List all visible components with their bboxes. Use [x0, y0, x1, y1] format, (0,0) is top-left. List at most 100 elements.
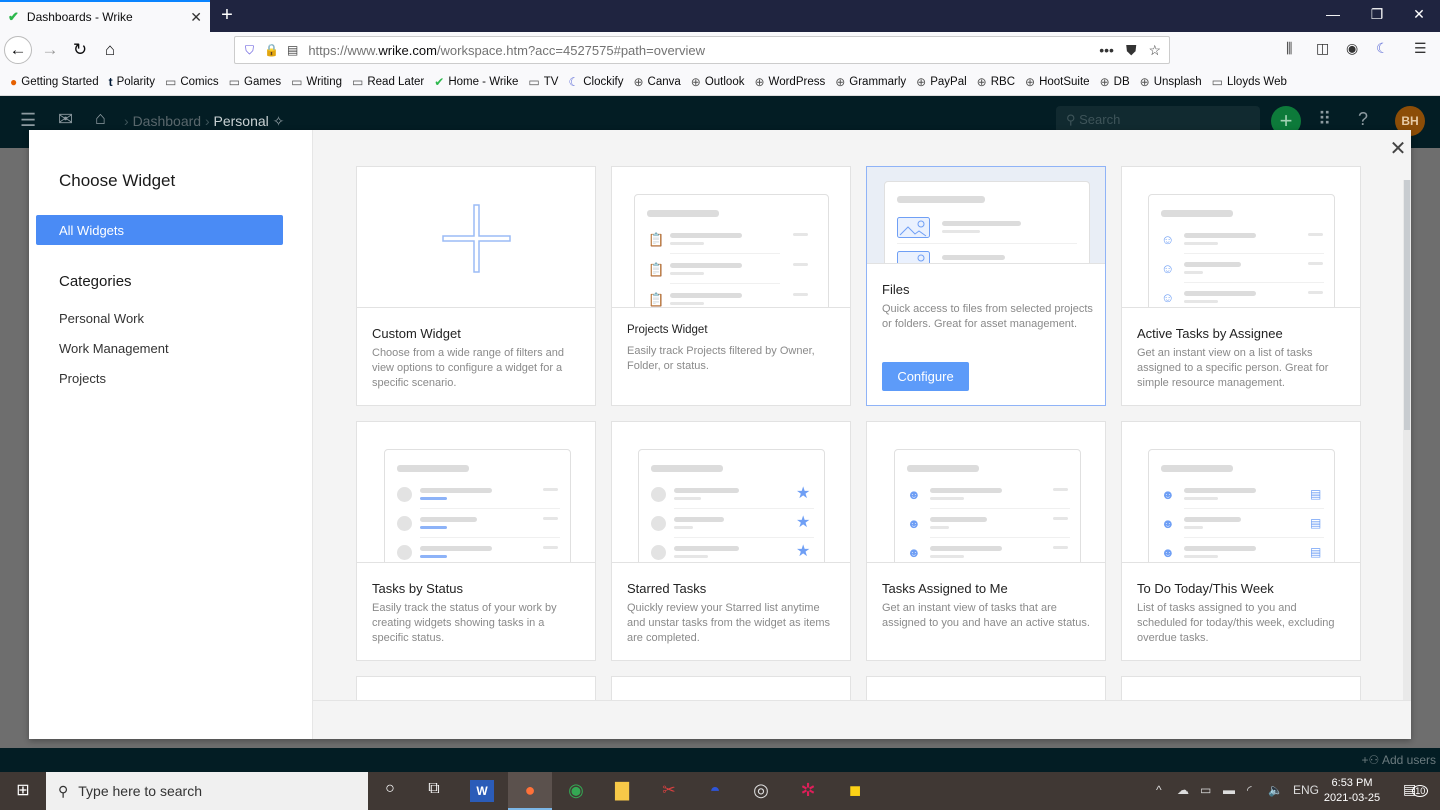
file-explorer-icon[interactable]: ▇ — [610, 780, 634, 802]
bookmark-folder[interactable]: ▭ TV — [528, 75, 558, 89]
audacity-cutter-icon[interactable]: ✂ — [657, 780, 681, 802]
sidebar-icon[interactable]: ◫ — [1316, 40, 1329, 57]
bookmark-item[interactable]: ⊕ PayPal — [916, 75, 967, 89]
page-actions-icon[interactable]: ••• — [1099, 42, 1114, 59]
folder-icon: ▭ — [1211, 74, 1223, 89]
forward-button[interactable]: → — [36, 36, 64, 64]
bookmark-item[interactable]: ⊕ Canva — [633, 75, 680, 89]
widget-card-to-do-today[interactable]: ☻ ▤ ☻ ▤ ☻ ▤ To Do Today/This Week List o… — [1121, 421, 1361, 661]
close-window-button[interactable]: ✕ — [1404, 6, 1434, 23]
widget-card-tasks-assigned-to-me[interactable]: ☻ ☻ ☻ Tasks Assigned to Me Get an instan… — [866, 421, 1106, 661]
word-icon[interactable]: W — [470, 780, 494, 802]
clipboard-icon: 📋 — [648, 262, 665, 277]
chrome-icon[interactable]: ◉ — [564, 780, 588, 802]
bookmark-item[interactable]: ⊕ Outlook — [691, 75, 745, 89]
scrollbar-thumb[interactable] — [1404, 180, 1410, 430]
category-work-management[interactable]: Work Management — [59, 341, 169, 356]
bookmark-item[interactable]: ⊕ Unsplash — [1140, 75, 1202, 89]
browser-tab[interactable]: ✔ Dashboards - Wrike ✕ — [0, 0, 210, 32]
shield-icon[interactable]: ⛉ — [245, 43, 254, 58]
taskbar-search-input[interactable]: ⚲ Type here to search — [46, 772, 368, 810]
bookmark-star-icon[interactable]: ☆ — [1148, 42, 1161, 59]
bookmark-item[interactable]: ⊕ DB — [1100, 75, 1130, 89]
headphones-app-icon[interactable]: ◓ — [703, 780, 727, 802]
wifi-icon[interactable]: ◜ — [1247, 783, 1252, 797]
breadcrumb-dashboard[interactable]: Dashboard — [133, 113, 202, 129]
globe-icon: ⊕ — [916, 74, 927, 89]
clipboard-icon: 📋 — [648, 292, 665, 307]
widget-title: Starred Tasks — [627, 581, 707, 596]
system-clock[interactable]: 6:53 PM 2021-03-25 — [1322, 776, 1382, 806]
permissions-icon[interactable]: ▤ — [287, 43, 298, 57]
bookmark-item[interactable]: t Polarity — [109, 75, 155, 89]
image-file-icon — [897, 217, 930, 238]
bookmark-folder[interactable]: ▭ Read Later — [352, 75, 424, 89]
account-icon[interactable]: ◉ — [1346, 40, 1358, 57]
bookmark-item[interactable]: ⊕ RBC — [977, 75, 1015, 89]
inbox-mail-icon[interactable]: ✉ — [58, 109, 73, 130]
widget-card-starred-tasks[interactable]: ★ ★ ★ Starred Tasks Quickly review your … — [611, 421, 851, 661]
firefox-icon[interactable]: ● — [518, 780, 542, 802]
breadcrumb-personal[interactable]: Personal — [214, 113, 269, 129]
menu-icon[interactable]: ☰ — [1414, 40, 1427, 57]
bookmark-item[interactable]: ⊕ Grammarly — [835, 75, 906, 89]
meet-now-icon[interactable]: ▭ — [1200, 783, 1211, 797]
volume-icon[interactable]: 🔈 — [1268, 783, 1283, 797]
battery-icon[interactable]: ▬ — [1223, 783, 1235, 797]
cloud-error-icon[interactable]: ☁ — [1177, 783, 1189, 797]
back-button[interactable]: ← — [4, 36, 32, 64]
new-tab-button[interactable]: + — [216, 4, 238, 27]
sticky-notes-icon[interactable]: ■ — [843, 780, 867, 802]
bookmark-folder[interactable]: ▭ Games — [229, 75, 281, 89]
bookmark-item[interactable]: ⊕ WordPress — [754, 75, 825, 89]
bookmark-folder[interactable]: ▭ Writing — [291, 75, 342, 89]
help-icon[interactable]: ? — [1358, 109, 1368, 130]
bookmark-item[interactable]: ⊕ HootSuite — [1025, 75, 1090, 89]
home-button[interactable]: ⌂ — [96, 36, 124, 64]
bookmark-item[interactable]: ☾ Clockify — [568, 75, 623, 89]
show-hidden-icons[interactable]: ^ — [1156, 783, 1162, 797]
widget-card-tasks-by-status[interactable]: Tasks by Status Easily track the status … — [356, 421, 596, 661]
bookmark-folder[interactable]: ▭ Comics — [165, 75, 219, 89]
widget-card-projects[interactable]: 📋 📋 📋 Projects Widget Easily track Proje… — [611, 166, 851, 406]
widget-preview: ★ ★ ★ — [612, 422, 850, 563]
star-icon: ★ — [796, 543, 811, 560]
modal-footer — [313, 700, 1411, 739]
all-widgets-item[interactable]: All Widgets — [36, 215, 283, 245]
reload-button[interactable]: ↻ — [66, 36, 94, 64]
widget-card-active-tasks-by-assignee[interactable]: ☺ ☺ ☺ Active Tasks by Assignee Get an in… — [1121, 166, 1361, 406]
hamburger-menu-icon[interactable]: ☰ — [20, 110, 36, 131]
add-users-icon: +⚇ — [1361, 753, 1382, 767]
widget-grid-scrollbar[interactable] — [1403, 180, 1411, 700]
slack-icon[interactable]: ✲ — [796, 780, 820, 802]
category-personal-work[interactable]: Personal Work — [59, 311, 144, 326]
restore-button[interactable]: ❐ — [1362, 6, 1392, 23]
widget-card-files[interactable]: Files Quick access to files from selecte… — [866, 166, 1106, 406]
globe-icon: ⊕ — [1139, 74, 1150, 89]
notifications-icon[interactable]: ▤10 — [1403, 781, 1429, 798]
language-indicator[interactable]: ENG — [1293, 783, 1319, 797]
address-bar[interactable]: ⛉ 🔒 ▤ https://www.wrike.com/workspace.ht… — [234, 36, 1170, 64]
widget-title: Active Tasks by Assignee — [1137, 326, 1283, 341]
pin-icon[interactable]: ✧ — [273, 113, 285, 129]
obs-icon[interactable]: ◎ — [749, 780, 773, 802]
add-users-button[interactable]: +⚇ Add users — [1362, 753, 1436, 767]
clockify-extension-icon[interactable]: ☾ — [1376, 40, 1389, 57]
cortana-icon[interactable]: ○ — [378, 780, 402, 802]
close-tab-icon[interactable]: ✕ — [190, 9, 202, 26]
lock-icon[interactable]: 🔒 — [264, 43, 279, 57]
close-icon[interactable]: ✕ — [1388, 136, 1408, 161]
bookmark-item[interactable]: ● Getting Started — [10, 75, 99, 89]
task-view-icon[interactable]: ⧉ — [422, 780, 446, 802]
home-icon[interactable]: ⌂ — [95, 108, 106, 129]
configure-button[interactable]: Configure — [882, 362, 969, 391]
windows-start-icon[interactable]: ⊞ — [11, 780, 35, 802]
bookmark-folder[interactable]: ▭ Lloyds Web — [1212, 75, 1287, 89]
library-icon[interactable]: ⫼ — [1286, 40, 1292, 57]
apps-grid-icon[interactable]: ⠿ — [1318, 109, 1331, 130]
bookmark-item[interactable]: ✔ Home - Wrike — [434, 75, 518, 89]
category-projects[interactable]: Projects — [59, 371, 106, 386]
minimize-button[interactable]: — — [1318, 6, 1348, 22]
pocket-icon[interactable]: ⛊ — [1126, 42, 1137, 59]
widget-card-custom[interactable]: Custom Widget Choose from a wide range o… — [356, 166, 596, 406]
